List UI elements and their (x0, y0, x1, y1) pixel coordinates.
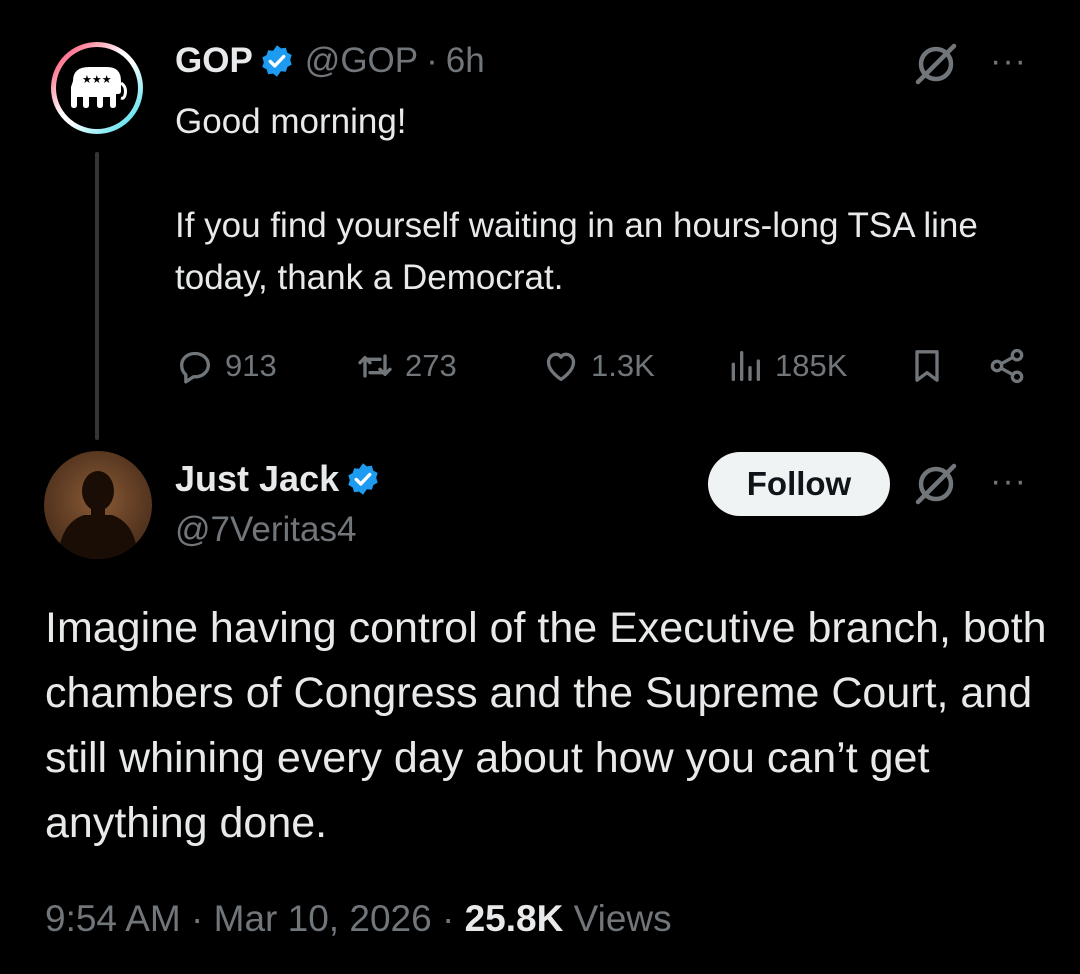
reply-handle[interactable]: @7Veritas4 (175, 510, 356, 550)
reply-author-row: Just Jack (175, 456, 381, 502)
like-button[interactable]: 1.3K (541, 340, 655, 392)
bookmark-icon (915, 350, 939, 382)
reply-meta-row: 9:54 AM · Mar 10, 2026 · 25.8K Views (45, 898, 672, 940)
parent-tweet-paragraph: If you find yourself waiting in an hours… (175, 206, 978, 297)
gop-avatar-inner: ★★★ (56, 47, 138, 129)
parent-tweet-paragraph: Good morning! (175, 102, 407, 141)
repost-button[interactable]: 273 (355, 340, 457, 392)
repost-icon (358, 354, 392, 378)
like-count: 1.3K (591, 348, 655, 383)
repost-count: 273 (405, 348, 457, 383)
parent-more-icon[interactable]: ··· (990, 44, 1027, 78)
reply-time[interactable]: 9:54 AM (45, 898, 181, 939)
person-silhouette-icon (58, 471, 138, 559)
reply-views-count: 25.8K (464, 898, 564, 939)
reply-count: 913 (225, 348, 277, 383)
reply-date[interactable]: Mar 10, 2026 (214, 898, 432, 939)
heart-icon (546, 352, 576, 381)
verified-badge-icon (348, 463, 378, 495)
bookmark-button[interactable] (907, 340, 947, 392)
follow-button[interactable]: Follow (708, 452, 890, 516)
svg-text:★★★: ★★★ (82, 73, 112, 86)
parent-action-bar: 913 273 1.3K 185K (175, 340, 1035, 392)
thread-line (95, 152, 99, 440)
parent-handle[interactable]: @GOP (305, 41, 418, 81)
reply-more-icon[interactable]: ··· (990, 464, 1027, 498)
gop-avatar[interactable]: ★★★ (51, 42, 143, 134)
parent-author-name[interactable]: GOP (175, 41, 253, 81)
share-icon (990, 348, 1024, 384)
parent-tweet-header: GOP @GOP · 6h (175, 38, 485, 84)
verified-badge-icon (262, 45, 292, 77)
parent-separator: · (426, 41, 438, 80)
views-button[interactable]: 185K (725, 340, 847, 392)
reply-tweet-text: Imagine having control of the Executive … (45, 604, 1047, 847)
views-count: 185K (775, 348, 848, 383)
reply-views-label: Views (573, 898, 672, 939)
reply-button[interactable]: 913 (175, 340, 277, 392)
parent-time[interactable]: 6h (446, 41, 485, 81)
meta-separator: · (441, 898, 455, 939)
parent-tweet-text: Good morning! If you find yourself waiti… (175, 96, 1055, 304)
grok-icon[interactable] (912, 460, 960, 508)
gop-elephant-icon: ★★★ (71, 67, 127, 108)
reply-author-name[interactable]: Just Jack (175, 458, 339, 500)
reply-avatar[interactable] (44, 451, 152, 559)
views-bars-icon (731, 351, 760, 381)
grok-icon[interactable] (912, 40, 960, 88)
share-button[interactable] (987, 340, 1027, 392)
reply-icon (180, 351, 210, 384)
meta-separator: · (191, 898, 204, 939)
